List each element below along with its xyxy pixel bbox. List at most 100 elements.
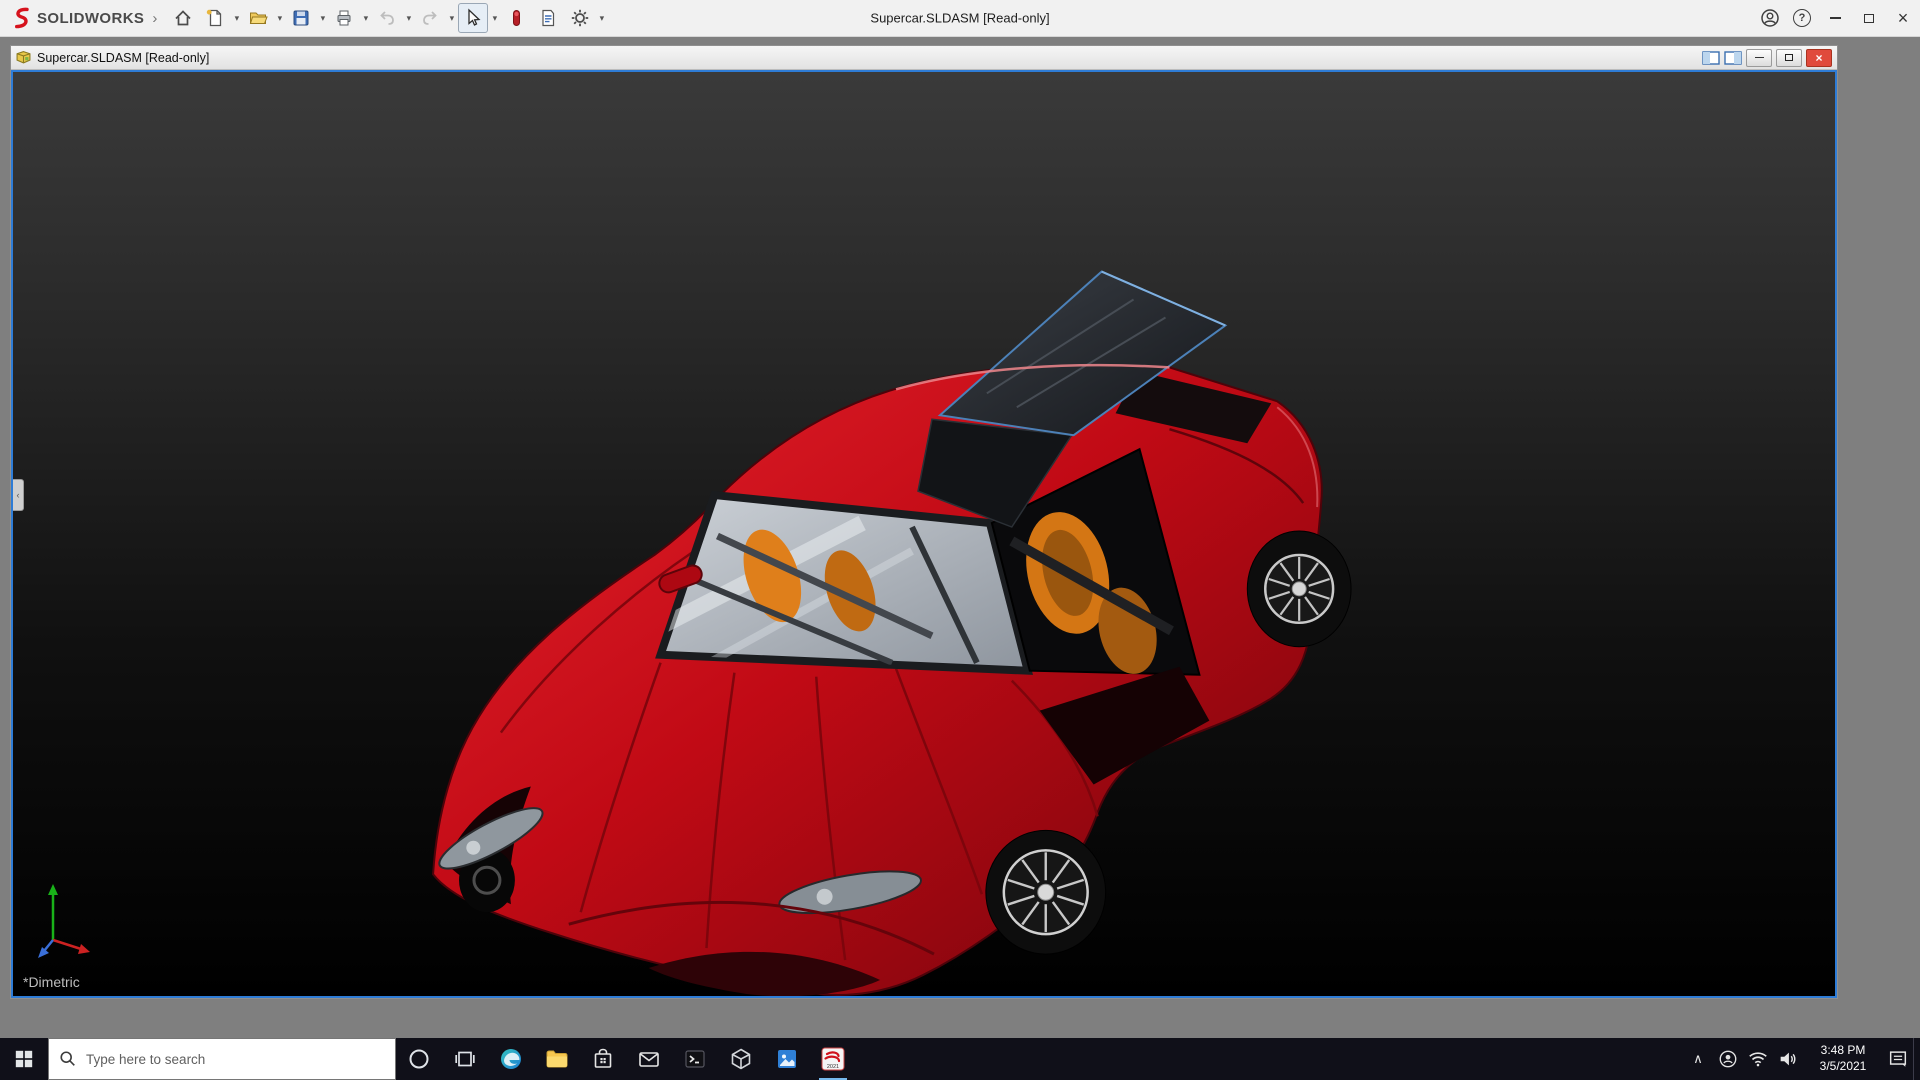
action-center-icon [1887,1048,1909,1070]
options-caret-icon[interactable]: ▾ [596,3,607,33]
doc-minimize-icon [1755,57,1764,59]
split-pane-right-button[interactable] [1724,51,1742,65]
orientation-triad-icon [33,878,97,962]
chevron-up-icon: ∧ [1693,1051,1703,1067]
print-icon [334,8,354,28]
file-explorer-button[interactable] [534,1038,580,1080]
home-button[interactable] [168,3,198,33]
app-titlebar: SOLIDWORKS › ▾ ▾ [0,0,1920,37]
speaker-icon [1777,1048,1799,1070]
file-properties-button[interactable] [533,3,563,33]
store-button[interactable] [580,1038,626,1080]
meet-now-button[interactable] [1713,1038,1743,1080]
mail-button[interactable] [626,1038,672,1080]
doc-restore-button[interactable] [1776,49,1802,67]
help-button[interactable]: ? [1786,0,1818,36]
save-button[interactable] [286,3,316,33]
new-document-button[interactable] [200,3,230,33]
minimize-icon [1830,17,1841,19]
taskbar-search[interactable] [48,1038,396,1080]
action-center-button[interactable] [1883,1038,1913,1080]
wifi-icon [1747,1048,1769,1070]
new-document-caret-icon[interactable]: ▾ [231,3,242,33]
photos-button[interactable] [764,1038,810,1080]
redo-button[interactable] [415,3,445,33]
tray-expand-button[interactable]: ∧ [1683,1038,1713,1080]
rear-wheel [1247,531,1351,647]
brand-name: SOLIDWORKS [37,10,144,27]
edge-button[interactable] [488,1038,534,1080]
view-orientation-label: *Dimetric [23,974,80,990]
doc-minimize-button[interactable] [1746,49,1772,67]
open-folder-icon [248,8,268,28]
rebuild-stoplight-icon [506,8,526,28]
clock-time: 3:48 PM [1821,1043,1866,1059]
viewport-3d[interactable]: *Dimetric ‹ [11,70,1837,998]
assembly-document-icon [16,51,31,64]
3d-builder-button[interactable] [718,1038,764,1080]
start-button[interactable] [0,1038,48,1080]
solidworks-taskbar-button[interactable]: 2021 [810,1038,856,1080]
document-titlebar[interactable]: Supercar.SLDASM [Read-only] [11,46,1837,70]
search-icon [59,1050,77,1068]
doc-close-button[interactable]: × [1806,49,1832,67]
taskbar-clock[interactable]: 3:48 PM 3/5/2021 [1803,1038,1883,1080]
cortana-button[interactable] [396,1038,442,1080]
edge-icon [499,1047,523,1071]
app-window-title: Supercar.SLDASM [Read-only] [870,11,1049,26]
account-button[interactable] [1754,0,1786,36]
file-properties-icon [538,8,558,28]
undo-icon [377,8,397,28]
split-pane-left-button[interactable] [1702,51,1720,65]
task-view-icon [454,1048,476,1070]
meet-now-icon [1718,1049,1738,1069]
rebuild-button[interactable] [501,3,531,33]
help-icon: ? [1793,9,1811,27]
search-input[interactable] [86,1052,385,1067]
save-icon [291,8,311,28]
redo-caret-icon[interactable]: ▾ [446,3,457,33]
save-caret-icon[interactable]: ▾ [317,3,328,33]
system-tray: ∧ [1683,1038,1920,1080]
show-desktop-button[interactable] [1913,1038,1920,1080]
split-pane-left-icon [1702,51,1720,65]
featuremanager-collapse-tab[interactable]: ‹ [13,479,24,511]
close-icon: × [1898,8,1909,29]
clock-date: 3/5/2021 [1820,1059,1867,1075]
document-window: Supercar.SLDASM [Read-only] [10,45,1838,999]
doc-close-icon: × [1815,52,1822,64]
undo-caret-icon[interactable]: ▾ [403,3,414,33]
app-close-button[interactable]: × [1886,0,1920,36]
ds-logo-icon [10,6,32,30]
options-button[interactable] [565,3,595,33]
print-caret-icon[interactable]: ▾ [360,3,371,33]
mdi-area: Supercar.SLDASM [Read-only] [0,37,1920,1038]
app-restore-button[interactable] [1852,0,1886,36]
store-icon [591,1047,615,1071]
print-button[interactable] [329,3,359,33]
select-cursor-icon [463,8,483,28]
desktop-screen: SOLIDWORKS › ▾ ▾ [0,0,1920,1080]
3d-builder-icon [729,1047,753,1071]
task-view-button[interactable] [442,1038,488,1080]
network-button[interactable] [1743,1038,1773,1080]
solidworks-app-icon: 2021 [820,1046,846,1072]
photos-icon [775,1047,799,1071]
terminal-button[interactable] [672,1038,718,1080]
mail-icon [637,1047,661,1071]
menu-flyout-arrow-icon[interactable]: › [152,10,157,27]
volume-button[interactable] [1773,1038,1803,1080]
home-icon [173,8,193,28]
account-icon [1760,8,1780,28]
terminal-icon [683,1047,707,1071]
undo-button[interactable] [372,3,402,33]
restore-icon [1864,14,1874,23]
open-button[interactable] [243,3,273,33]
open-caret-icon[interactable]: ▾ [274,3,285,33]
select-tool-caret-icon[interactable]: ▾ [489,3,500,33]
app-minimize-button[interactable] [1818,0,1852,36]
gear-icon [570,8,590,28]
appbar-right-controls: ? × [1754,0,1920,36]
file-explorer-icon [545,1047,569,1071]
select-tool-button[interactable] [458,3,488,33]
